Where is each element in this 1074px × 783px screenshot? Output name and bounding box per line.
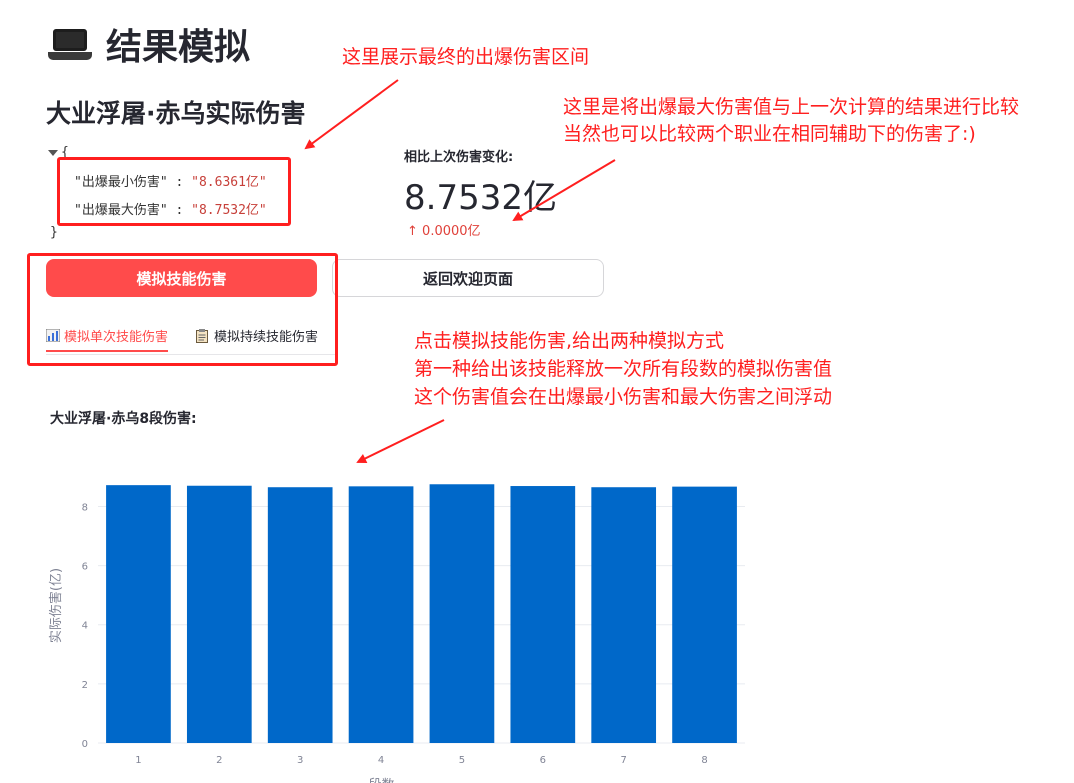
- x-tick-label: 5: [459, 755, 465, 766]
- page-title: 结果模拟: [48, 18, 250, 70]
- back-to-welcome-button[interactable]: 返回欢迎页面: [332, 259, 604, 297]
- y-tick-label: 8: [82, 502, 88, 513]
- x-tick-label: 2: [216, 755, 222, 766]
- collapse-caret-icon[interactable]: [48, 149, 58, 156]
- chart-heading: 大业浮屠·赤乌8段伤害:: [50, 411, 197, 427]
- annotation-text: 这里展示最终的出爆伤害区间: [342, 46, 590, 68]
- annotation-text: 第一种给出该技能释放一次所有段数的模拟伤害值: [414, 358, 833, 380]
- y-tick-label: 2: [82, 680, 88, 691]
- arrow-up-icon: ↑: [407, 224, 418, 239]
- bar[interactable]: [672, 486, 737, 743]
- bar[interactable]: [429, 484, 495, 743]
- x-axis-label: 段数: [368, 778, 394, 783]
- x-tick-label: 4: [378, 755, 384, 766]
- annotation-arrow: [356, 419, 445, 463]
- y-tick-label: 6: [82, 562, 88, 573]
- x-tick-label: 6: [540, 755, 546, 766]
- annotation-text: 当然也可以比较两个职业在相同辅助下的伤害了:): [563, 123, 976, 145]
- damage-bar-chart[interactable]: 0 2 4 6 8 1 2 3 4 5 6 7 8 实际伤害(亿) 段数: [40, 468, 760, 783]
- x-tick-label: 1: [135, 755, 141, 766]
- annotation-text: 这里是将出爆最大伤害值与上一次计算的结果进行比较: [563, 96, 1020, 118]
- bar[interactable]: [267, 487, 333, 743]
- annotation-box-json: [57, 157, 291, 226]
- x-tick-label: 3: [297, 755, 303, 766]
- subheader: 大业浮屠·赤乌实际伤害: [46, 99, 306, 128]
- metric-delta-value: 0.0000亿: [422, 224, 481, 239]
- annotation-text: 点击模拟技能伤害,给出两种模拟方式: [414, 330, 725, 352]
- bar[interactable]: [591, 487, 657, 743]
- annotation-text: 这个伤害值会在出爆最小伤害和最大伤害之间浮动: [414, 386, 833, 408]
- metric-delta: ↑ 0.0000亿: [407, 220, 481, 239]
- metric-value: 8.7532亿: [404, 178, 557, 218]
- x-tick-label: 7: [621, 755, 627, 766]
- bar[interactable]: [186, 485, 252, 743]
- bar[interactable]: [348, 486, 414, 743]
- bar[interactable]: [510, 486, 576, 743]
- json-close: }: [50, 225, 58, 240]
- laptop-icon: [48, 27, 92, 61]
- x-tick-label: 8: [701, 755, 707, 766]
- y-tick-label: 0: [82, 739, 88, 750]
- annotation-box-buttons: [27, 253, 338, 366]
- bar[interactable]: [106, 485, 171, 743]
- annotation-arrow: [304, 79, 399, 150]
- y-axis-label: 实际伤害(亿): [48, 568, 64, 643]
- page-title-text: 结果模拟: [106, 27, 251, 68]
- y-tick-label: 4: [82, 621, 88, 632]
- metric-label: 相比上次伤害变化:: [404, 150, 514, 165]
